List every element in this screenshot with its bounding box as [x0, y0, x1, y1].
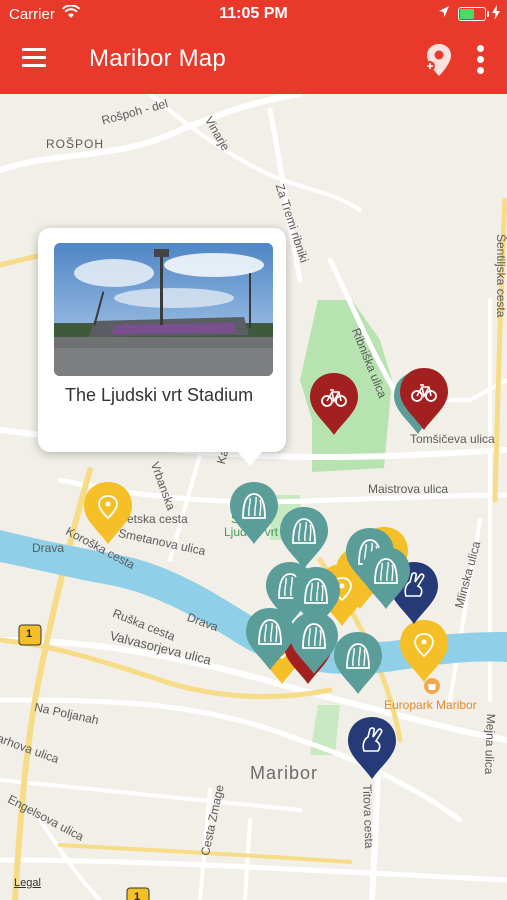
popup-caption: The Ljudski vrt Stadium	[65, 385, 254, 405]
hand-marker[interactable]	[348, 717, 396, 779]
app-bar: Maribor Map	[0, 28, 507, 94]
menu-button[interactable]	[22, 48, 48, 70]
more-vertical-icon	[477, 45, 484, 52]
more-options-button[interactable]	[473, 42, 487, 76]
add-location-button[interactable]	[424, 42, 454, 78]
location-pin-icon	[425, 44, 451, 76]
place-popup[interactable]: The Ljudski vrt Stadium	[38, 228, 286, 466]
app-root: Carrier 11:05 PM Maribor Map Rošpoh - de…	[0, 0, 507, 900]
stadium-photo	[54, 243, 273, 376]
hamburger-icon	[22, 48, 46, 51]
top-bar: Carrier 11:05 PM Maribor Map	[0, 0, 507, 94]
marker-layer	[84, 368, 448, 779]
status-bar: Carrier 11:05 PM	[0, 0, 507, 28]
legal-link[interactable]: Legal	[14, 877, 41, 889]
battery-icon	[458, 7, 489, 21]
charging-icon	[492, 5, 500, 20]
page-title: Maribor Map	[89, 45, 226, 72]
location-arrow-icon	[439, 6, 449, 17]
bike-marker[interactable]	[310, 373, 358, 435]
wave-markers	[230, 482, 410, 694]
map-view[interactable]: Rošpoh - del ROŠPOH Vinarje Za Tremi rib…	[0, 94, 507, 900]
clock: 11:05 PM	[219, 5, 288, 22]
